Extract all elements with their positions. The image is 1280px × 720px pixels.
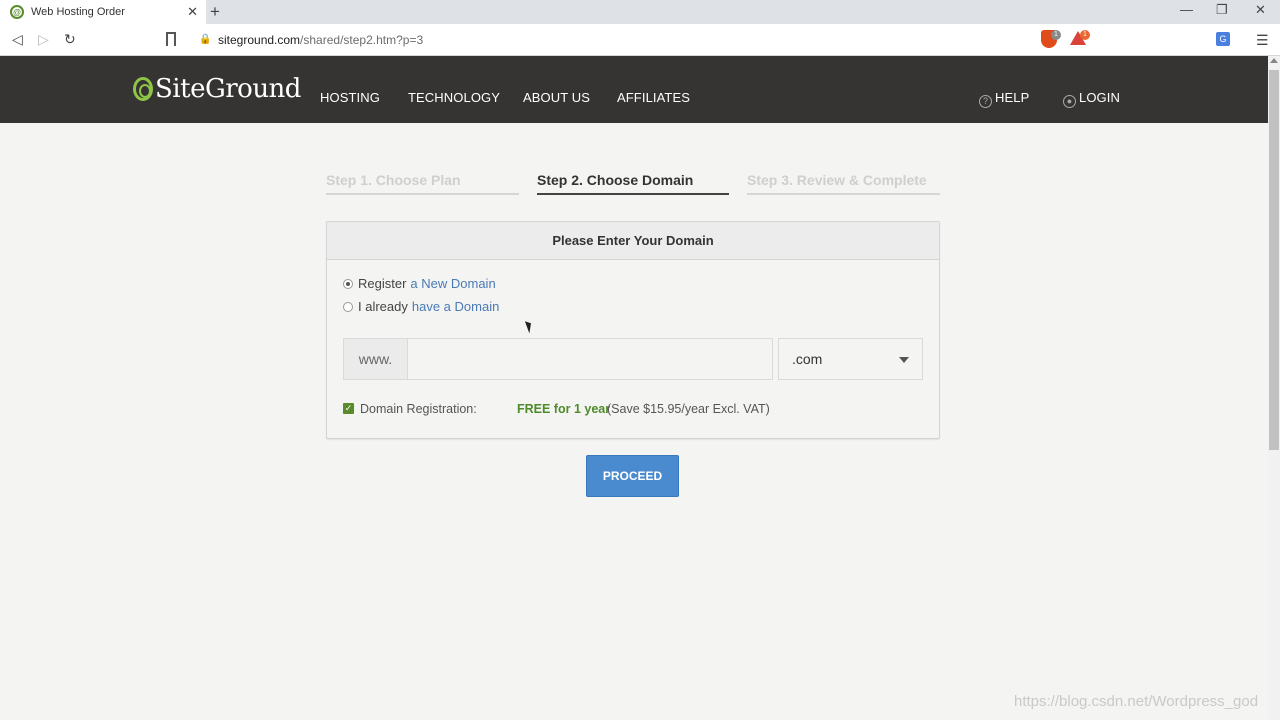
brave-shield-badge: 1: [1051, 30, 1061, 40]
nav-about-us[interactable]: ABOUT US: [523, 90, 590, 105]
user-icon: ●: [1063, 95, 1076, 108]
bookmark-icon[interactable]: [166, 32, 176, 46]
browser-menu-icon[interactable]: ☰: [1256, 32, 1269, 49]
forward-icon[interactable]: ▷: [38, 31, 49, 48]
logo-text: SiteGround: [155, 74, 301, 104]
step-2-underline: [537, 193, 729, 195]
help-label: HELP: [995, 90, 1030, 105]
savings-text: (Save $15.95/year Excl. VAT): [607, 402, 770, 416]
login-label: LOGIN: [1079, 90, 1120, 105]
help-link[interactable]: ? HELP: [979, 90, 1029, 108]
siteground-logo-icon: [133, 77, 153, 101]
login-link[interactable]: ● LOGIN: [1063, 90, 1120, 108]
register-prefix: Register: [358, 276, 407, 291]
siteground-favicon-icon: @: [10, 5, 24, 19]
close-window-icon[interactable]: ✕: [1255, 2, 1266, 18]
tld-select[interactable]: .com: [778, 338, 923, 380]
step-1[interactable]: Step 1. Choose Plan: [326, 172, 461, 188]
rewards-badge: 1: [1080, 30, 1090, 40]
url-path: /shared/step2.htm?p=3: [300, 33, 424, 47]
help-icon: ?: [979, 95, 992, 108]
domain-panel: Please Enter Your Domain Register a New …: [326, 221, 940, 439]
domain-registration-checkbox[interactable]: ✓: [343, 403, 354, 414]
reload-icon[interactable]: ↻: [64, 31, 76, 48]
restore-icon[interactable]: ❐: [1216, 2, 1228, 18]
close-tab-icon[interactable]: ✕: [187, 4, 198, 20]
step-1-underline: [326, 193, 519, 195]
nav-technology[interactable]: TECHNOLOGY: [408, 90, 500, 105]
step-3: Step 3. Review & Complete: [747, 172, 927, 188]
register-new-domain-option[interactable]: Register a New Domain: [343, 276, 496, 291]
watermark: https://blog.csdn.net/Wordpress_god: [1014, 693, 1259, 710]
register-new-radio[interactable]: [343, 278, 353, 289]
new-tab-icon[interactable]: +: [210, 2, 220, 22]
domain-registration-label: Domain Registration:: [360, 402, 477, 416]
back-icon[interactable]: ◁: [12, 31, 23, 48]
existing-prefix: I already: [358, 299, 408, 314]
tab-strip: @ Web Hosting Order ✕ + — ❐ ✕: [0, 0, 1280, 24]
existing-domain-option[interactable]: I already have a Domain: [343, 299, 499, 314]
panel-title: Please Enter Your Domain: [327, 222, 939, 260]
chevron-down-icon: [899, 357, 909, 363]
minimize-icon[interactable]: —: [1180, 2, 1193, 17]
www-prefix: www.: [343, 338, 408, 380]
step-2: Step 2. Choose Domain: [537, 172, 694, 188]
url-field[interactable]: siteground.com/shared/step2.htm?p=3: [218, 33, 423, 47]
new-domain-link[interactable]: a New Domain: [410, 276, 495, 291]
siteground-logo[interactable]: SiteGround: [133, 74, 301, 104]
site-header: SiteGround HOSTING TECHNOLOGY ABOUT US A…: [0, 56, 1268, 123]
proceed-button[interactable]: PROCEED: [586, 455, 679, 497]
have-domain-link[interactable]: have a Domain: [412, 299, 499, 314]
tab-title: Web Hosting Order: [31, 6, 125, 18]
nav-affiliates[interactable]: AFFILIATES: [617, 90, 690, 105]
address-bar: ◁ ▷ ↻ 🔒 siteground.com/shared/step2.htm?…: [0, 24, 1280, 56]
scrollbar-thumb[interactable]: [1269, 70, 1279, 450]
url-host: siteground.com: [218, 33, 301, 47]
scroll-up-icon[interactable]: [1270, 58, 1278, 63]
step-3-underline: [747, 193, 940, 195]
nav-hosting[interactable]: HOSTING: [320, 90, 380, 105]
existing-domain-radio[interactable]: [343, 301, 353, 312]
free-offer-text: FREE for 1 year: [517, 402, 611, 416]
translate-icon[interactable]: G: [1216, 32, 1230, 46]
lock-icon[interactable]: 🔒: [199, 34, 211, 45]
browser-tab[interactable]: @ Web Hosting Order ✕: [0, 0, 206, 24]
domain-input[interactable]: [408, 338, 773, 380]
tld-value: .com: [792, 351, 823, 367]
